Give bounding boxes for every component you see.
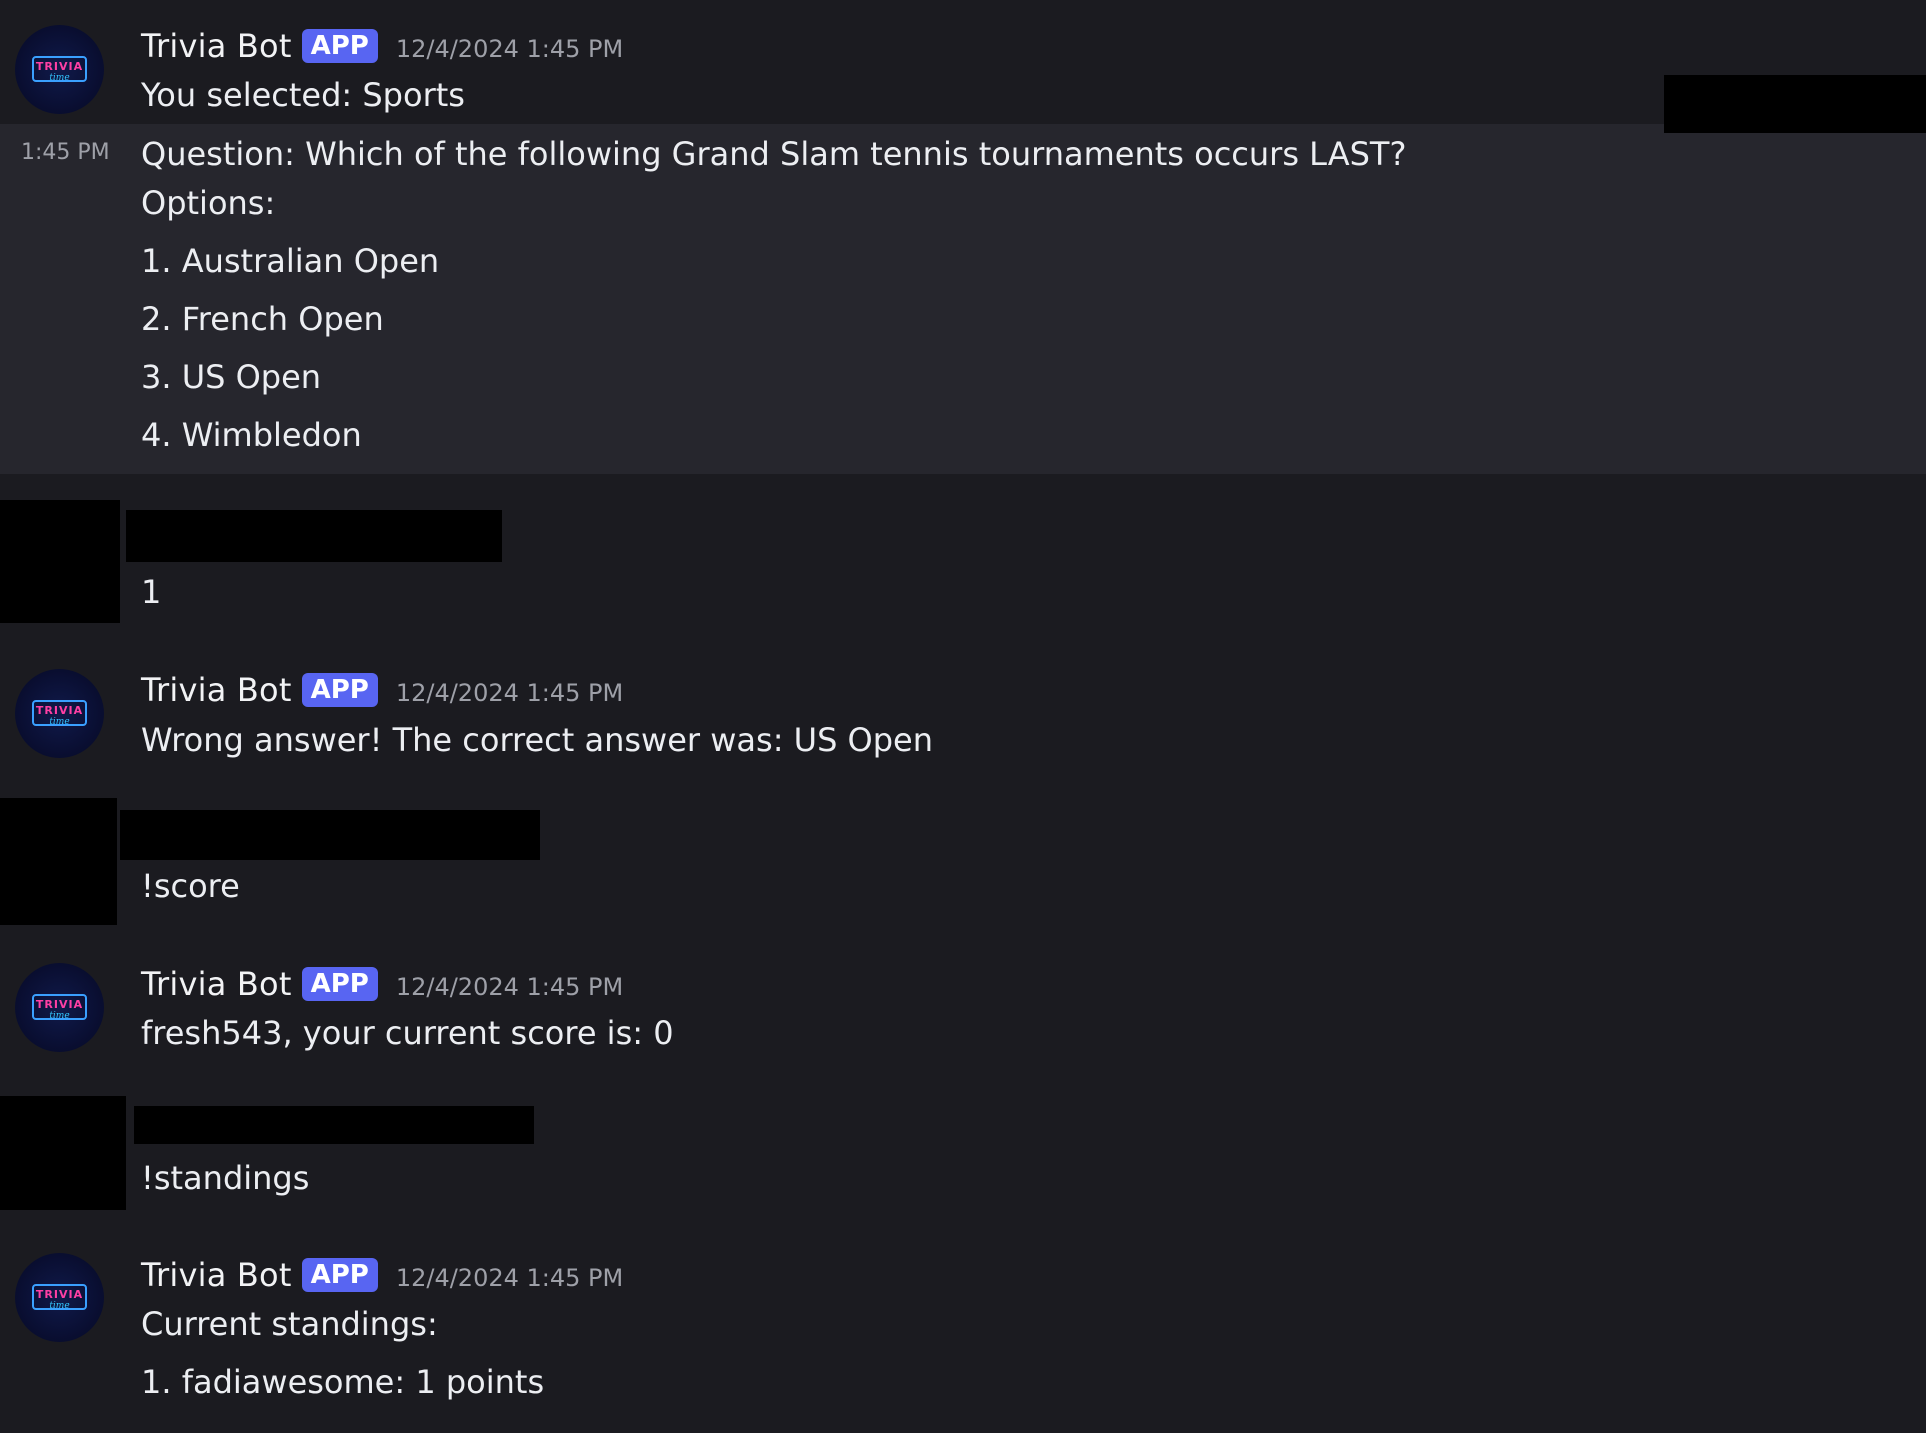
trivia-logo-icon: TRIVIA time: [32, 56, 87, 83]
message-text: 1. fadiawesome: 1 points: [141, 1363, 545, 1401]
app-badge: APP: [301, 673, 378, 707]
bot-avatar[interactable]: TRIVIA time: [15, 963, 104, 1052]
message-header: Trivia Bot APP 12/4/2024 1:45 PM: [141, 1253, 623, 1297]
message-text: Wrong answer! The correct answer was: US…: [141, 721, 934, 759]
app-badge: APP: [301, 967, 378, 1001]
message-text: You selected: Sports: [141, 76, 465, 114]
message-timestamp[interactable]: 12/4/2024 1:45 PM: [396, 35, 623, 63]
chat-log: 1:45 PM Question: Which of the following…: [0, 0, 1926, 1433]
username[interactable]: Trivia Bot: [141, 671, 292, 709]
avatar-logo-bottom: time: [49, 717, 69, 727]
message-text: fresh543, your current score is: 0: [141, 1014, 674, 1052]
bot-avatar[interactable]: TRIVIA time: [15, 1253, 104, 1342]
trivia-logo-icon: TRIVIA time: [32, 700, 87, 727]
username[interactable]: Trivia Bot: [141, 27, 292, 65]
message-user-standings-command[interactable]: !standings: [0, 1096, 1926, 1211]
avatar-logo-bottom: time: [49, 1011, 69, 1021]
message-text: 1: [141, 573, 162, 611]
username-redacted: [134, 1106, 534, 1144]
avatar-logo-top: TRIVIA: [36, 1288, 83, 1301]
message-hover-timestamp: 1:45 PM: [21, 140, 110, 165]
trivia-logo-icon: TRIVIA time: [32, 994, 87, 1021]
app-badge: APP: [301, 29, 378, 63]
message-user-answer[interactable]: 1: [0, 500, 1926, 625]
message-bot-standings[interactable]: TRIVIA time Trivia Bot APP 12/4/2024 1:4…: [0, 1231, 1926, 1433]
message-header: Trivia Bot APP 12/4/2024 1:45 PM: [141, 24, 623, 68]
username[interactable]: Trivia Bot: [141, 1256, 292, 1294]
app-badge: APP: [301, 1258, 378, 1292]
message-timestamp[interactable]: 12/4/2024 1:45 PM: [396, 679, 623, 707]
message-text: 3. US Open: [141, 358, 322, 396]
message-text: !standings: [141, 1159, 310, 1197]
message-header: Trivia Bot APP 12/4/2024 1:45 PM: [141, 668, 623, 712]
avatar-redacted: [0, 1096, 126, 1210]
avatar-redacted: [0, 798, 117, 925]
message-bot-selection[interactable]: TRIVIA time Trivia Bot APP 12/4/2024 1:4…: [0, 0, 1926, 124]
avatar-redacted: [0, 500, 120, 623]
message-bot-result[interactable]: TRIVIA time Trivia Bot APP 12/4/2024 1:4…: [0, 644, 1926, 774]
message-user-score-command[interactable]: !score: [0, 798, 1926, 925]
message-text: 4. Wimbledon: [141, 416, 362, 454]
message-text: Current standings:: [141, 1305, 438, 1343]
message-text: Question: Which of the following Grand S…: [141, 135, 1407, 173]
avatar-logo-bottom: time: [49, 73, 69, 83]
message-text: 2. French Open: [141, 300, 384, 338]
username-redacted: [120, 810, 540, 860]
message-timestamp[interactable]: 12/4/2024 1:45 PM: [396, 973, 623, 1001]
message-timestamp[interactable]: 12/4/2024 1:45 PM: [396, 1264, 623, 1292]
avatar-logo-top: TRIVIA: [36, 704, 83, 717]
message-header: Trivia Bot APP 12/4/2024 1:45 PM: [141, 962, 623, 1006]
message-text: 1. Australian Open: [141, 242, 440, 280]
message-question[interactable]: 1:45 PM Question: Which of the following…: [0, 124, 1926, 474]
bot-avatar[interactable]: TRIVIA time: [15, 669, 104, 758]
avatar-logo-bottom: time: [49, 1301, 69, 1311]
message-text: Options:: [141, 184, 276, 222]
username-redacted: [126, 510, 502, 562]
username[interactable]: Trivia Bot: [141, 965, 292, 1003]
message-bot-score[interactable]: TRIVIA time Trivia Bot APP 12/4/2024 1:4…: [0, 938, 1926, 1068]
avatar-logo-top: TRIVIA: [36, 998, 83, 1011]
bot-avatar[interactable]: TRIVIA time: [15, 25, 104, 114]
message-text: !score: [141, 867, 240, 905]
avatar-logo-top: TRIVIA: [36, 60, 83, 73]
trivia-logo-icon: TRIVIA time: [32, 1284, 87, 1311]
